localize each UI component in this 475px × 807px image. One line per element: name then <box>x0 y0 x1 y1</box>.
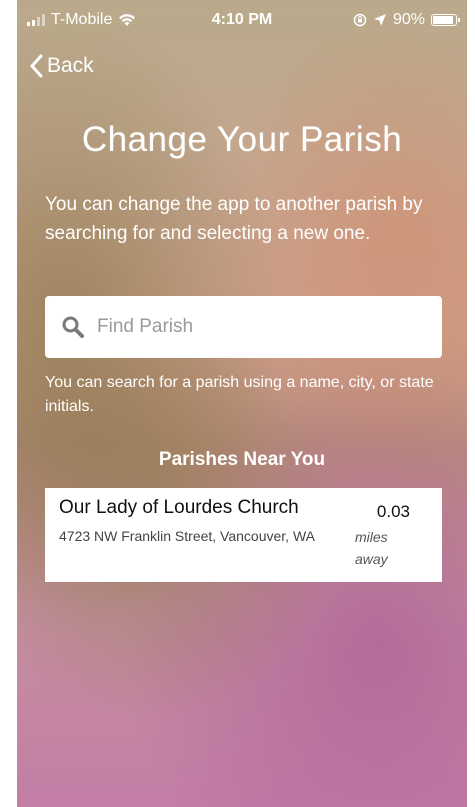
search-icon <box>62 316 84 338</box>
parish-list-item[interactable]: Our Lady of Lourdes Church 4723 NW Frank… <box>45 488 442 582</box>
section-heading: Parishes Near You <box>158 449 326 470</box>
search-input[interactable] <box>95 315 399 339</box>
parish-distance-unit: miles away <box>355 529 388 567</box>
battery-percent: 90% <box>392 11 425 28</box>
parish-address: 4723 NW Franklin Street, Vancouver, WA <box>59 528 315 544</box>
back-label: Back <box>47 54 94 77</box>
app-screen: T-Mobile 4:10 PM 90% Back Change Your Pa… <box>17 0 467 807</box>
back-button[interactable]: Back <box>29 54 94 78</box>
chevron-left-icon <box>30 54 43 78</box>
search-field[interactable] <box>45 296 442 358</box>
page-title: Change Your Parish <box>81 120 403 159</box>
parish-distance: 0.03 <box>376 502 410 521</box>
parish-name: Our Lady of Lourdes Church <box>59 497 299 518</box>
battery-icon <box>431 14 460 26</box>
intro-text: You can change the app to another parish… <box>45 194 423 244</box>
location-arrow-icon <box>373 14 386 26</box>
orientation-lock-icon <box>353 13 367 27</box>
status-bar: T-Mobile 4:10 PM 90% <box>17 0 467 40</box>
search-hint: You can search for a parish using a name… <box>45 374 434 415</box>
status-right: 90% <box>353 11 460 29</box>
battery-fill <box>433 16 453 24</box>
